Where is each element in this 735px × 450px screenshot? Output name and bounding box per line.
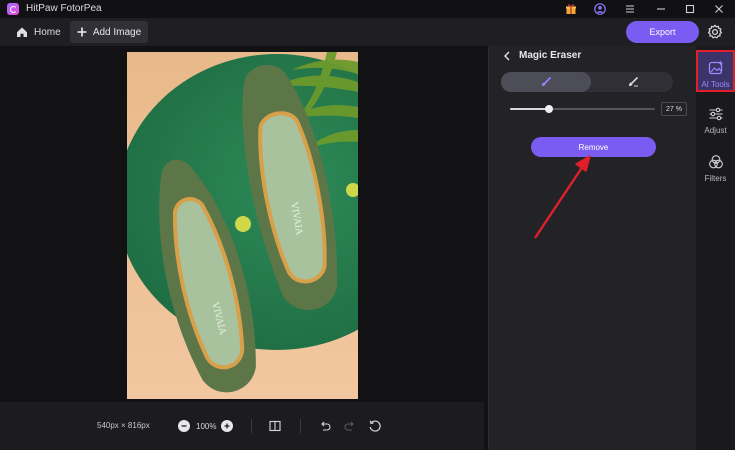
canvas-bottom-bar: 540px × 816px 100% (0, 402, 484, 450)
undo-icon[interactable] (317, 418, 333, 434)
maximize-icon[interactable] (681, 1, 699, 17)
brush-mode-button[interactable] (501, 72, 591, 92)
zoom-in-button[interactable] (221, 420, 233, 432)
title-bar: HitPaw FotorPea (0, 0, 735, 18)
gear-icon[interactable] (706, 23, 724, 41)
plus-icon (224, 423, 230, 429)
brush-icon (542, 76, 552, 86)
adjust-label: Adjust (704, 126, 727, 135)
filters-icon (708, 155, 723, 169)
adjust-icon (709, 107, 722, 121)
canvas-area[interactable]: VIVAIA VIVAIA 540px × 816px 100% (0, 46, 488, 450)
eraser-icon (629, 76, 639, 87)
panel-title: Magic Eraser (519, 50, 582, 61)
home-icon (17, 27, 27, 37)
adjust-tab[interactable]: Adjust (696, 96, 735, 138)
image-dimensions: 540px × 816px (97, 421, 150, 430)
remove-button[interactable]: Remove (531, 137, 656, 157)
divider (300, 419, 301, 433)
panel-header: Magic Eraser (503, 50, 581, 61)
zoom-level: 100% (196, 422, 217, 431)
app-title: HitPaw FotorPea (26, 3, 102, 14)
magic-eraser-panel: Magic Eraser 27 % Remove (488, 46, 696, 450)
ai-tools-label: AI Tools (701, 80, 730, 89)
add-image-button[interactable]: Add Image (70, 21, 148, 43)
home-button[interactable]: Home (10, 22, 67, 42)
shoes-photo[interactable]: VIVAIA VIVAIA (127, 52, 358, 399)
tool-rail: AI Tools Adjust Filters (696, 46, 735, 450)
filters-tab[interactable]: Filters (696, 144, 735, 186)
home-label: Home (34, 26, 61, 38)
plus-icon (77, 27, 87, 37)
minimize-icon[interactable] (652, 1, 670, 17)
slider-fill (510, 108, 550, 110)
reset-icon[interactable] (367, 418, 383, 434)
mode-toggle (501, 72, 673, 92)
menu-icon[interactable] (621, 1, 639, 17)
ai-tools-tab[interactable]: AI Tools (696, 50, 735, 92)
add-image-label: Add Image (92, 26, 142, 38)
slider-thumb[interactable] (545, 105, 554, 113)
gift-icon[interactable] (562, 1, 580, 17)
user-icon[interactable] (591, 1, 609, 17)
chevron-left-icon[interactable] (503, 51, 511, 61)
close-icon[interactable] (710, 1, 728, 17)
ai-tools-icon (708, 60, 723, 75)
top-toolbar: Home Add Image Export (0, 18, 735, 46)
eraser-mode-button[interactable] (593, 72, 673, 92)
app-logo-icon (7, 3, 19, 15)
redo-icon[interactable] (342, 418, 358, 434)
filters-label: Filters (704, 174, 727, 183)
minus-icon (181, 425, 187, 427)
compare-icon[interactable] (267, 418, 283, 434)
brush-size-value[interactable]: 27 % (661, 102, 687, 116)
brush-size-slider[interactable] (510, 105, 655, 113)
zoom-out-button[interactable] (178, 420, 190, 432)
divider (251, 419, 252, 433)
export-button[interactable]: Export (626, 21, 699, 43)
